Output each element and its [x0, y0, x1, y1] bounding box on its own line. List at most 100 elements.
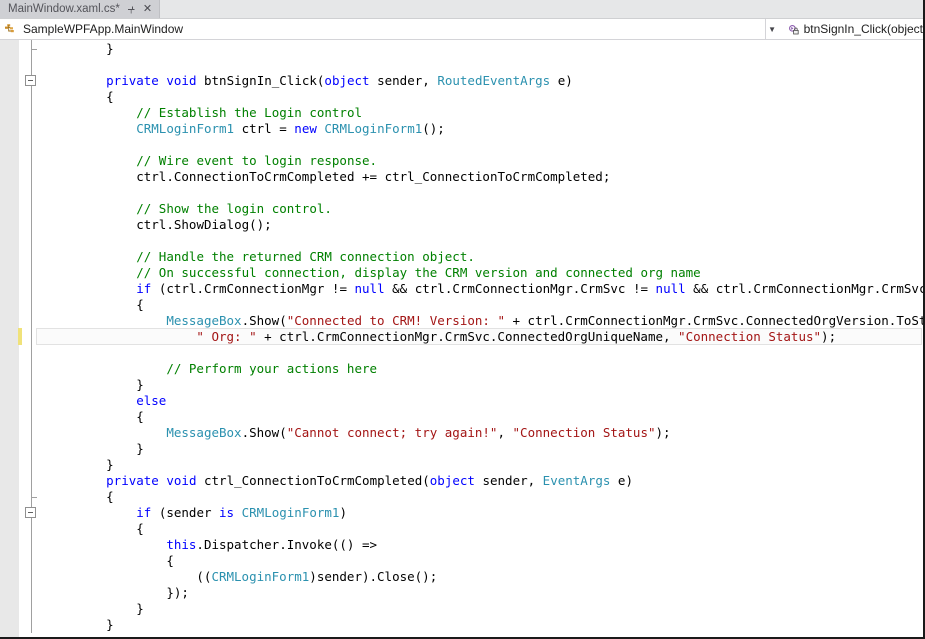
code-token-kw: object: [324, 73, 370, 88]
outlining-region-tick: [31, 49, 37, 50]
code-token-kw: if: [136, 505, 152, 520]
code-token-kw: is: [219, 505, 235, 520]
code-token-kw: private: [106, 73, 159, 88]
code-line[interactable]: {: [166, 553, 923, 569]
code-token-plain: {: [106, 89, 114, 104]
code-token-plain: + ctrl.CrmConnectionMgr.CrmSvc.Connected…: [512, 313, 924, 328]
code-line[interactable]: private void btnSignIn_Click(object send…: [106, 73, 923, 89]
code-line[interactable]: // Perform your actions here: [166, 361, 923, 377]
outlining-collapse-toggle[interactable]: [25, 507, 36, 518]
code-token-plain: }: [136, 377, 144, 392]
code-line[interactable]: }: [136, 377, 923, 393]
code-token-kw: object: [429, 473, 475, 488]
code-line[interactable]: ctrl.ShowDialog();: [136, 217, 923, 233]
code-token-plain: ctrl =: [234, 121, 295, 136]
code-line[interactable]: // Show the login control.: [136, 201, 923, 217]
code-token-plain: && ctrl.CrmConnectionMgr.CrmSvc !=: [384, 281, 656, 296]
code-token-str: "Connected to CRM! Version: ": [286, 313, 505, 328]
code-token-plain: ctrl.ConnectionToCrmCompleted += ctrl_Co…: [136, 169, 611, 184]
visual-studio-editor-window: MainWindow.xaml.cs* ✕ SampleWPFApp.MainW…: [0, 0, 925, 639]
code-line[interactable]: private void ctrl_ConnectionToCrmComplet…: [106, 473, 923, 489]
code-token-plain: }: [106, 41, 114, 56]
code-token-cmt: // Establish the Login control: [136, 105, 363, 120]
code-line[interactable]: MessageBox.Show("Cannot connect; try aga…: [166, 425, 923, 441]
type-dropdown[interactable]: SampleWPFApp.MainWindow: [0, 22, 765, 36]
code-token-str: "Connection Status": [512, 425, 656, 440]
code-token-str: "Connection Status": [678, 329, 822, 344]
code-line[interactable]: MessageBox.Show("Connected to CRM! Versi…: [166, 313, 923, 329]
code-text-layer[interactable]: } private void btnSignIn_Click(object sen…: [0, 40, 923, 637]
code-token-plain: && ctrl.CrmConnectionMgr.CrmSvc.IsReady): [693, 281, 923, 296]
code-token-typ: EventArgs: [542, 473, 611, 488]
code-token-str: "Cannot connect; try again!": [286, 425, 498, 440]
code-token-typ: CRMLoginForm1: [211, 569, 310, 584]
method-icon: [786, 23, 800, 36]
code-line[interactable]: if (sender is CRMLoginForm1): [136, 505, 923, 521]
code-token-plain: ): [339, 505, 347, 520]
code-line[interactable]: {: [136, 297, 923, 313]
code-token-plain: (sender: [151, 505, 220, 520]
code-token-plain: });: [166, 585, 189, 600]
code-token-typ: MessageBox: [166, 313, 242, 328]
code-token-typ: CRMLoginForm1: [324, 121, 423, 136]
code-line[interactable]: });: [166, 585, 923, 601]
code-line[interactable]: ((CRMLoginForm1)sender).Close();: [196, 569, 923, 585]
outlining-guide-line: [31, 40, 32, 633]
code-token-kw: new: [294, 121, 317, 136]
code-token-typ: RoutedEventArgs: [437, 73, 551, 88]
code-line[interactable]: }: [136, 601, 923, 617]
code-token-kw: else: [136, 393, 167, 408]
code-token-cmt: // Handle the returned CRM connection ob…: [136, 249, 475, 264]
code-token-plain: );: [655, 425, 671, 440]
code-line[interactable]: }: [106, 617, 923, 633]
code-token-plain: sender,: [474, 473, 543, 488]
code-token-cmt: // Show the login control.: [136, 201, 332, 216]
outlining-region-tick: [31, 497, 37, 498]
code-token-typ: MessageBox: [166, 425, 242, 440]
code-token-plain: {: [166, 553, 174, 568]
code-token-kw: this: [166, 537, 197, 552]
code-line[interactable]: ctrl.ConnectionToCrmCompleted += ctrl_Co…: [136, 169, 923, 185]
code-token-cmt: // Perform your actions here: [166, 361, 378, 376]
unsaved-change-indicator: [18, 328, 22, 345]
code-editor-surface[interactable]: } private void btnSignIn_Click(object sen…: [0, 40, 923, 637]
code-line[interactable]: }: [106, 41, 923, 57]
code-line[interactable]: }: [106, 457, 923, 473]
type-name-label: SampleWPFApp.MainWindow: [23, 22, 184, 36]
code-token-cmt: // On successful connection, display the…: [136, 265, 701, 280]
code-token-plain: {: [136, 521, 144, 536]
code-line[interactable]: // Establish the Login control: [136, 105, 923, 121]
close-icon[interactable]: ✕: [143, 3, 152, 15]
chevron-down-icon[interactable]: ▼: [766, 25, 779, 34]
class-icon: [4, 23, 18, 36]
code-token-plain: }: [136, 601, 144, 616]
member-dropdown[interactable]: ▼ btnSignIn_Click(object: [764, 19, 923, 39]
code-token-plain: }: [106, 457, 114, 472]
tab-mainwindow-xaml-cs[interactable]: MainWindow.xaml.cs* ✕: [0, 0, 161, 18]
code-token-kw: null: [354, 281, 385, 296]
pin-icon[interactable]: [126, 4, 137, 15]
code-line[interactable]: // Handle the returned CRM connection ob…: [136, 249, 923, 265]
code-token-plain: ctrl.ShowDialog();: [136, 217, 272, 232]
code-token-plain: sender,: [369, 73, 438, 88]
code-line[interactable]: }: [136, 441, 923, 457]
code-line[interactable]: CRMLoginForm1 ctrl = new CRMLoginForm1()…: [136, 121, 923, 137]
code-line[interactable]: " Org: " + ctrl.CrmConnectionMgr.CrmSvc.…: [196, 329, 923, 345]
code-line[interactable]: {: [106, 489, 923, 505]
outlining-collapse-toggle[interactable]: [25, 75, 36, 86]
code-line[interactable]: if (ctrl.CrmConnectionMgr != null && ctr…: [136, 281, 923, 297]
code-line[interactable]: else: [136, 393, 923, 409]
code-line[interactable]: {: [106, 89, 923, 105]
code-token-plain: {: [136, 297, 144, 312]
tab-label: MainWindow.xaml.cs*: [8, 3, 120, 15]
code-line[interactable]: this.Dispatcher.Invoke(() =>: [166, 537, 923, 553]
code-token-kw: null: [655, 281, 686, 296]
code-line[interactable]: {: [136, 521, 923, 537]
code-token-plain: e): [550, 73, 573, 88]
code-line[interactable]: // On successful connection, display the…: [136, 265, 923, 281]
code-line[interactable]: // Wire event to login response.: [136, 153, 923, 169]
code-token-plain: {: [106, 489, 114, 504]
code-token-typ: CRMLoginForm1: [136, 121, 235, 136]
code-line[interactable]: {: [136, 409, 923, 425]
